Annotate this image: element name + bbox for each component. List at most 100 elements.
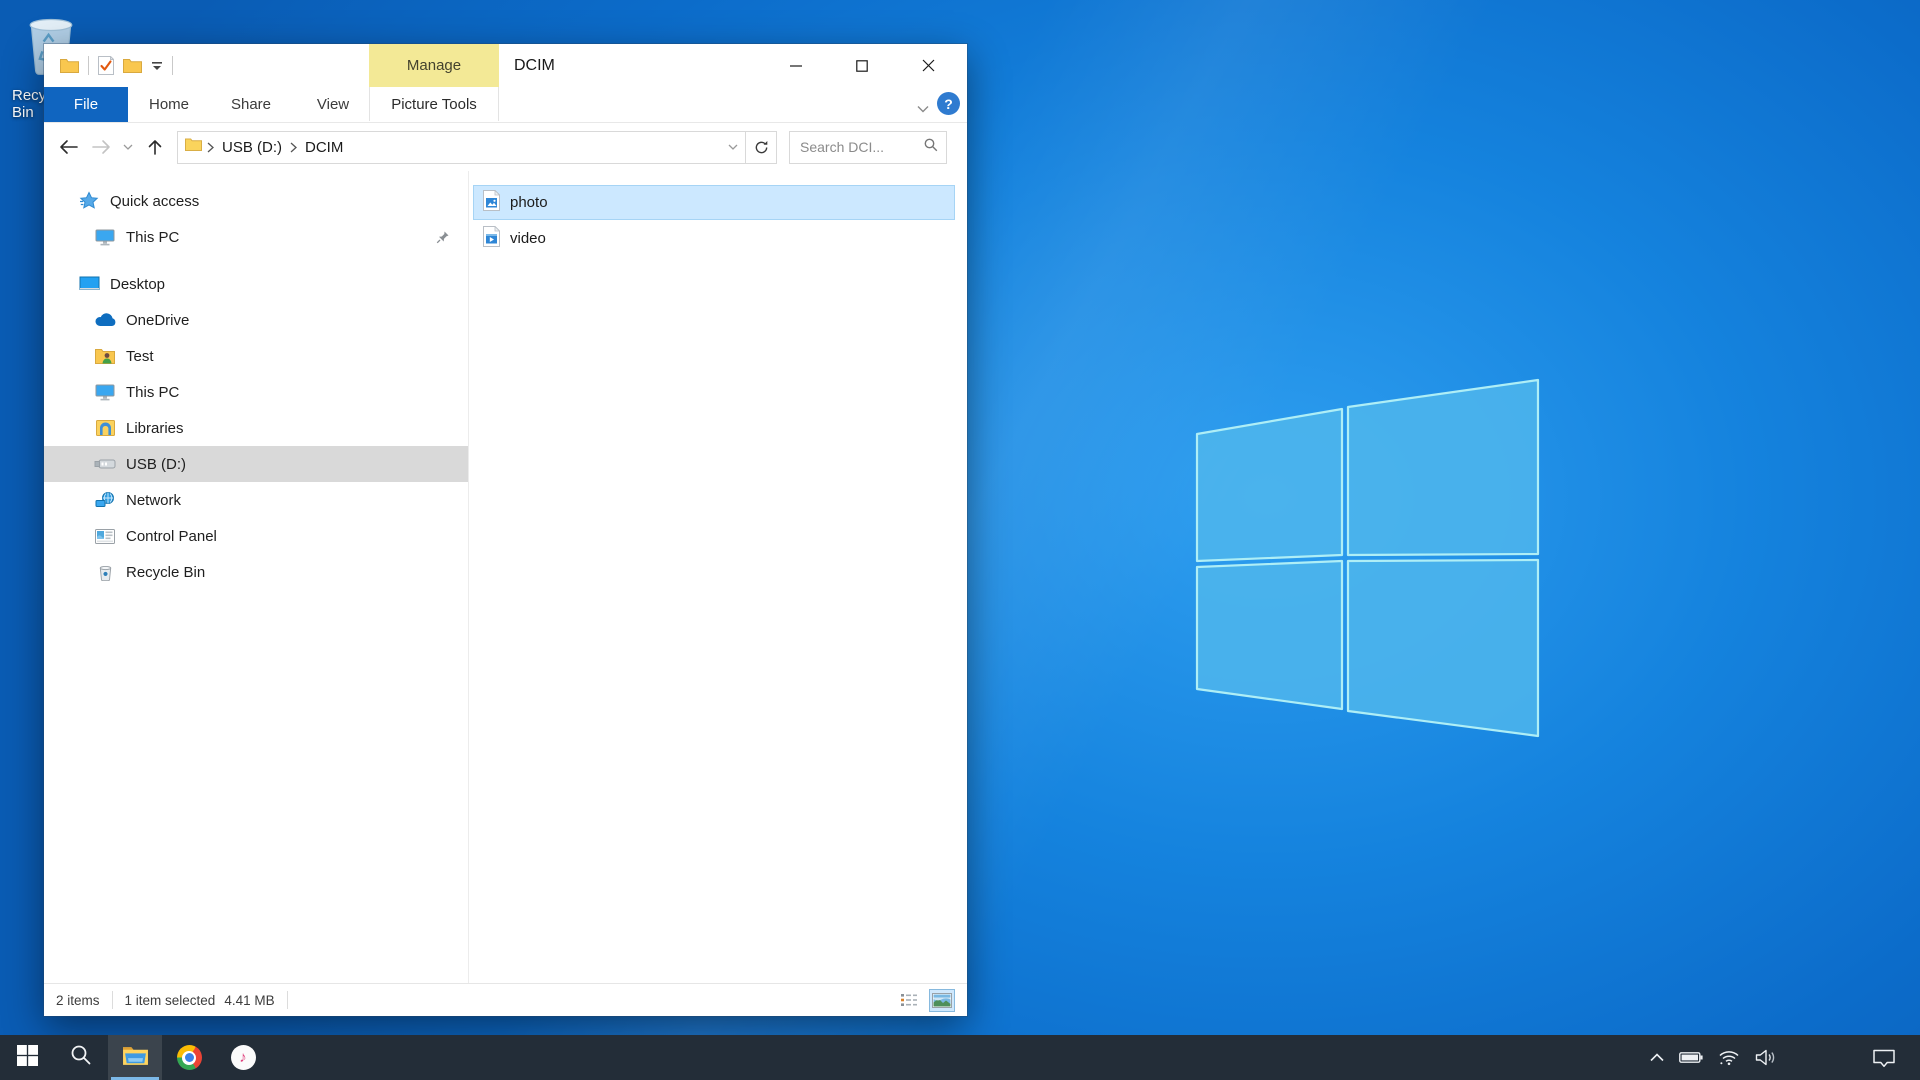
sidebar-item-label: Quick access	[110, 193, 199, 210]
photo-file-icon	[483, 190, 500, 216]
items-count: 2 items	[56, 993, 100, 1008]
taskbar-search-icon	[70, 1044, 92, 1071]
status-separator	[287, 991, 288, 1009]
tab-file[interactable]: File	[44, 87, 128, 122]
windows-logo-wallpaper	[1195, 378, 1540, 740]
search-box	[789, 131, 947, 164]
sidebar-item-recycle-bin[interactable]: Recycle Bin	[44, 554, 468, 590]
sidebar-item-this-pc[interactable]: This PC	[44, 374, 468, 410]
tree-gap	[44, 255, 468, 266]
nav-buttons	[52, 131, 171, 164]
navigation-bar: USB (D:) DCIM	[44, 123, 967, 171]
view-toggles	[896, 989, 955, 1012]
recent-locations-chevron-icon[interactable]	[728, 144, 738, 151]
file-item-label: video	[510, 230, 546, 247]
tab-view[interactable]: View	[292, 87, 374, 122]
sidebar-item-test[interactable]: Test	[44, 338, 468, 374]
pin-icon[interactable]	[436, 230, 450, 244]
file-explorer-window: Manage DCIM FileHomeShareViewPicture Too…	[44, 44, 967, 1016]
address-bar[interactable]: USB (D:) DCIM	[177, 131, 746, 164]
video-file-icon	[483, 226, 500, 252]
help-button[interactable]: ?	[937, 92, 960, 115]
window-content: Quick access This PC Desktop OneDrive Test Th…	[44, 171, 967, 983]
sidebar-item-network[interactable]: Network	[44, 482, 468, 518]
desktop: Recycle Bin Manage DCIM FileHomeShareVie…	[0, 0, 1920, 1080]
toolbar-separator	[88, 56, 89, 75]
chrome-button[interactable]	[162, 1035, 216, 1080]
properties-check-icon[interactable]	[98, 56, 114, 75]
sidebar-item-label: Network	[126, 492, 181, 509]
file-item-video[interactable]: video	[473, 221, 955, 256]
sidebar-item-onedrive[interactable]: OneDrive	[44, 302, 468, 338]
title-bar: Manage DCIM	[44, 44, 967, 87]
small-folder-icon	[185, 138, 202, 156]
search-icon	[924, 138, 938, 157]
volume-icon[interactable]	[1755, 1049, 1777, 1066]
this-pc-icon	[94, 229, 116, 246]
sidebar-item-label: Control Panel	[126, 528, 217, 545]
customize-quick-access-icon[interactable]	[151, 61, 163, 71]
recent-locations-chevron-button[interactable]	[118, 131, 138, 164]
selection-count: 1 item selected	[125, 993, 216, 1008]
tab-share[interactable]: Share	[210, 87, 292, 122]
ribbon-collapse-chevron-icon[interactable]	[917, 100, 929, 118]
selection-size: 4.41 MB	[224, 993, 274, 1008]
tab-picture-tools[interactable]: Picture Tools	[369, 87, 499, 121]
breadcrumb-chevron-icon	[207, 142, 214, 153]
network-icon	[94, 492, 116, 508]
sidebar-item-desktop[interactable]: Desktop	[44, 266, 468, 302]
quick-access-toolbar	[44, 56, 173, 75]
large-thumbnails-view-button[interactable]	[929, 989, 955, 1012]
manage-contextual-tab[interactable]: Manage	[369, 44, 499, 87]
forward-button[interactable]	[85, 131, 118, 164]
toolbar-separator	[172, 56, 173, 75]
system-tray	[1650, 1035, 1920, 1080]
up-button[interactable]	[138, 131, 171, 164]
windows-start-icon	[17, 1045, 38, 1071]
hidden-icons-chevron-icon[interactable]	[1650, 1053, 1664, 1062]
control-panel-icon	[94, 529, 116, 544]
sidebar-item-label: Libraries	[126, 420, 184, 437]
file-item-label: photo	[510, 194, 548, 211]
status-bar: 2 items 1 item selected 4.41 MB	[44, 983, 967, 1016]
itunes-button[interactable]: ♪	[216, 1035, 270, 1080]
window-title: DCIM	[514, 44, 555, 87]
status-separator	[112, 991, 113, 1009]
tab-home[interactable]: Home	[128, 87, 210, 122]
folder-icon[interactable]	[60, 58, 79, 73]
sidebar-item-this-pc[interactable]: This PC	[44, 219, 468, 255]
sidebar-item-label: Desktop	[110, 276, 165, 293]
sidebar-item-label: Test	[126, 348, 154, 365]
file-explorer-button[interactable]	[108, 1035, 162, 1080]
back-button[interactable]	[52, 131, 85, 164]
onedrive-cloud-icon	[94, 313, 116, 327]
sidebar-item-libraries[interactable]: Libraries	[44, 410, 468, 446]
quick-access-star-icon	[78, 191, 100, 211]
taskbar-search-button[interactable]	[54, 1035, 108, 1080]
details-view-button[interactable]	[896, 989, 922, 1012]
user-folder-icon	[94, 348, 116, 364]
file-item-photo[interactable]: photo	[473, 185, 955, 220]
breadcrumb-segment-usb-d[interactable]: USB (D:)	[219, 139, 285, 156]
maximize-button[interactable]	[829, 44, 895, 87]
action-center-icon[interactable]	[1872, 1048, 1896, 1068]
wifi-icon[interactable]	[1718, 1049, 1740, 1066]
file-list: photo video	[469, 171, 967, 983]
sidebar-item-label: This PC	[126, 384, 179, 401]
sidebar-item-label: OneDrive	[126, 312, 189, 329]
window-controls	[763, 44, 961, 87]
search-input[interactable]	[798, 138, 924, 156]
sidebar-item-usb-d[interactable]: USB (D:)	[44, 446, 468, 482]
folder-icon[interactable]	[123, 58, 142, 73]
breadcrumb-segment-dcim[interactable]: DCIM	[302, 139, 346, 156]
sidebar-item-quick-access[interactable]: Quick access	[44, 183, 468, 219]
sidebar-item-label: USB (D:)	[126, 456, 186, 473]
battery-icon[interactable]	[1679, 1051, 1703, 1064]
sidebar-item-control-panel[interactable]: Control Panel	[44, 518, 468, 554]
ribbon-tabs: FileHomeShareViewPicture Tools?	[44, 87, 967, 123]
taskbar: ♪	[0, 1035, 1920, 1080]
close-button[interactable]	[895, 44, 961, 87]
minimize-button[interactable]	[763, 44, 829, 87]
refresh-button[interactable]	[746, 131, 777, 164]
start-button[interactable]	[0, 1035, 54, 1080]
